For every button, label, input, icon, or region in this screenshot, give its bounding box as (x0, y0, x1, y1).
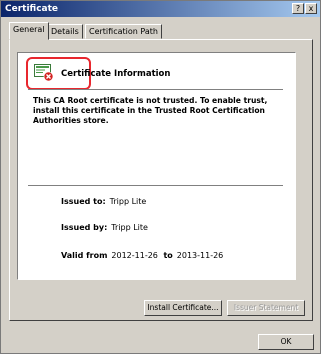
valid-from-label: Valid from (61, 251, 108, 260)
info-heading: Certificate Information (61, 69, 171, 79)
issued-to-value: Tripp Lite (109, 197, 147, 206)
install-certificate-button[interactable]: Install Certificate... (144, 300, 222, 316)
tab-general[interactable]: General (9, 22, 49, 40)
issued-by-label: Issued by: (61, 223, 108, 232)
tab-details[interactable]: Details (47, 24, 83, 39)
issuer-statement-button[interactable]: Issuer Statement (227, 300, 305, 316)
certificate-dialog: Certificate ? x General Details Certific… (0, 0, 321, 354)
valid-to-value: 2013-11-26 (176, 251, 224, 260)
window-title: Certificate (5, 4, 59, 14)
valid-from-value: 2012-11-26 (111, 251, 158, 260)
divider-middle (28, 185, 283, 187)
title-bar[interactable]: Certificate ? x (1, 1, 320, 17)
ok-button[interactable]: OK (258, 334, 314, 350)
help-button[interactable]: ? (292, 3, 304, 14)
tab-certification-path[interactable]: Certification Path (85, 24, 162, 39)
valid-to-label: to (163, 251, 173, 260)
issued-by-value: Tripp Lite (111, 223, 148, 232)
trust-warning-text: This CA Root certificate is not trusted.… (33, 96, 268, 125)
issued-by-row: Issued by: Tripp Lite (61, 223, 148, 232)
close-button[interactable]: x (305, 3, 317, 14)
divider-top (28, 89, 283, 91)
valid-row: Valid from 2012-11-26 to 2013-11-26 (61, 251, 223, 260)
issued-to-label: Issued to: (61, 197, 106, 206)
issued-to-row: Issued to: Tripp Lite (61, 197, 146, 206)
